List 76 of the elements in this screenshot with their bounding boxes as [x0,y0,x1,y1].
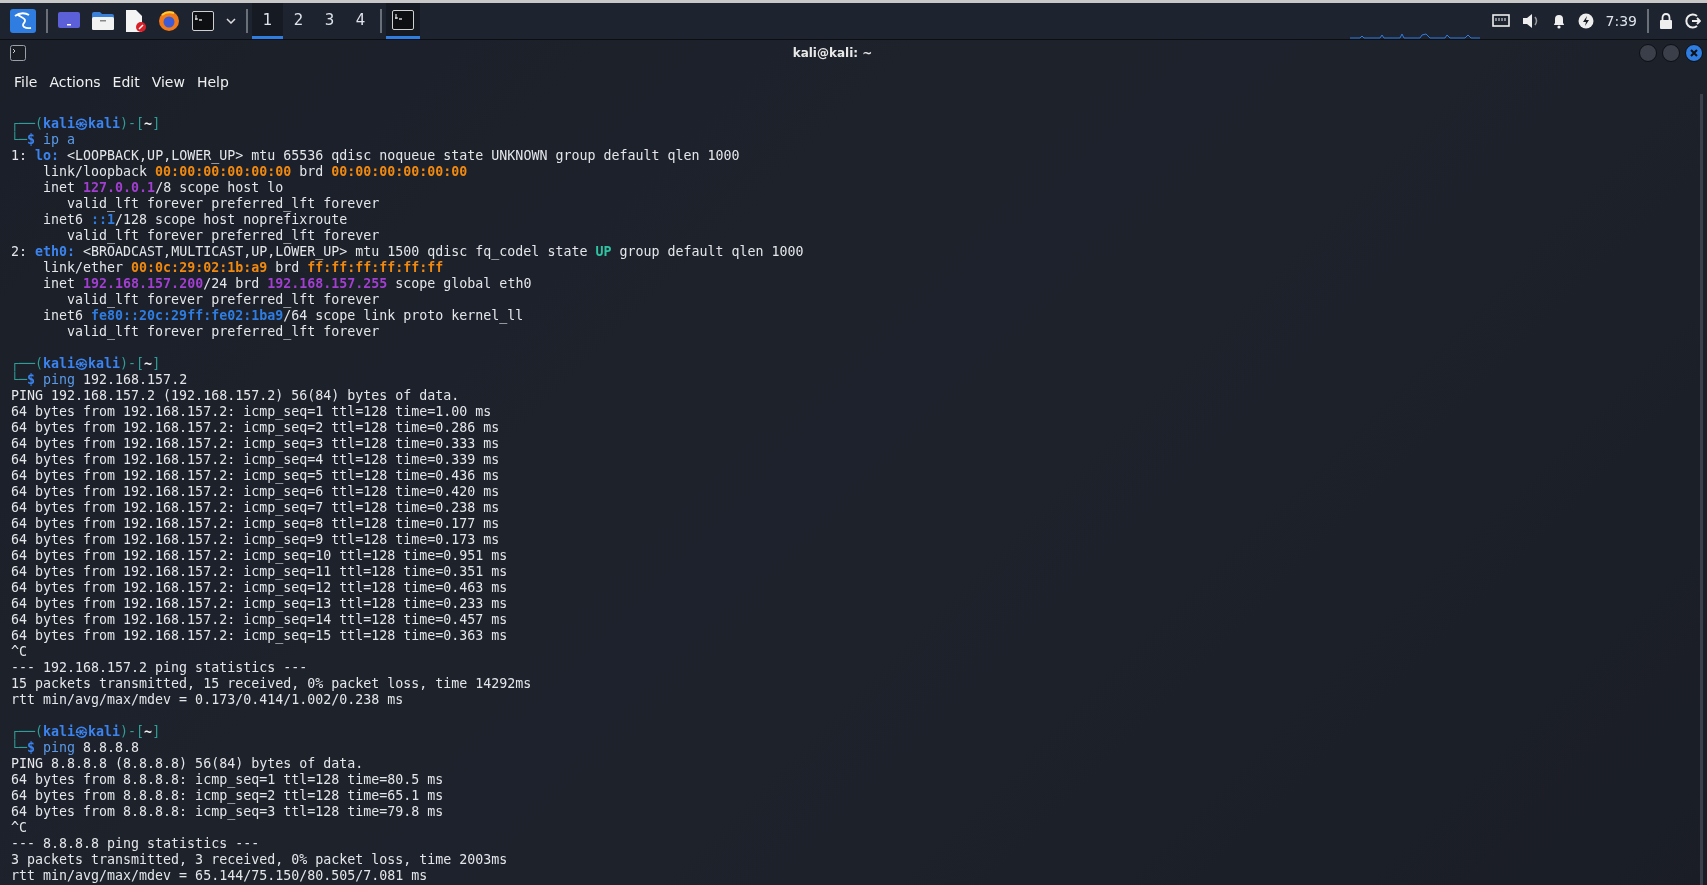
terminal-line: 64 bytes from 8.8.8.8: icmp_seq=3 ttl=128 time=79.8 ms [11,804,444,820]
terminal-line: 64 bytes from 192.168.157.2: icmp_seq=11 ttl=128 time=0.351 ms [11,564,508,580]
clock[interactable]: 7:39 [1599,13,1643,29]
terminal-line: --- 192.168.157.2 ping statistics --- [11,660,308,676]
terminal-line: 3 packets transmitted, 3 received, 0% packet loss, time 2003ms [11,852,508,868]
terminal-line: 64 bytes from 192.168.157.2: icmp_seq=1 ttl=128 time=1.00 ms [11,404,492,420]
terminal-line: ┌──(kali㉿kali)-[~] [11,116,161,132]
terminal-line: 64 bytes from 192.168.157.2: icmp_seq=3 ttl=128 time=0.333 ms [11,436,500,452]
terminal-line: PING 8.8.8.8 (8.8.8.8) 56(84) bytes of data. [11,756,364,772]
menu-item[interactable]: View [145,74,191,90]
menu-item[interactable]: File [8,74,44,90]
workspace-button[interactable]: 4 [345,3,376,39]
logout-icon[interactable] [1685,13,1701,29]
terminal-line: 64 bytes from 8.8.8.8: icmp_seq=1 ttl=128 time=80.5 ms [11,772,444,788]
terminal-line: 64 bytes from 8.8.8.8: icmp_seq=2 ttl=128 time=65.1 ms [11,788,444,804]
dragon-logo-icon[interactable] [10,9,36,33]
terminal-line: 15 packets transmitted, 15 received, 0% packet loss, time 14292ms [11,676,532,692]
globe-icon[interactable] [158,10,180,32]
terminal-line: 64 bytes from 192.168.157.2: icmp_seq=13 ttl=128 time=0.233 ms [11,596,508,612]
terminal-line: └─$ ping 8.8.8.8 [11,740,140,756]
scrollbar[interactable] [1700,94,1703,885]
terminal-task-button[interactable] [386,3,420,39]
terminal-line: 64 bytes from 192.168.157.2: icmp_seq=6 ttl=128 time=0.420 ms [11,484,500,500]
lightning-icon[interactable] [1577,13,1594,29]
menu-item[interactable]: Actions [43,74,107,90]
terminal-icon [392,9,414,30]
terminal-line: inet 192.168.157.200/24 brd 192.168.157.255 scope global eth0 [42,276,532,292]
terminal-line: rtt min/avg/max/mdev = 0.173/0.414/1.002/0.238 ms [11,692,404,708]
terminal-line: link/ether 00:0c:29:02:1b:a9 brd ff:ff:ff:ff:ff:ff [42,260,444,276]
terminal-line: └─$ ping 192.168.157.2 [11,372,188,388]
terminal-line: 64 bytes from 192.168.157.2: icmp_seq=7 ttl=128 time=0.238 ms [11,500,500,516]
menu-item[interactable]: Edit [106,74,146,90]
terminal-icon[interactable] [192,11,214,31]
terminal-line: 64 bytes from 192.168.157.2: icmp_seq=5 ttl=128 time=0.436 ms [11,468,500,484]
terminal-line: valid_lft forever preferred_lft forever [66,228,380,244]
terminal-line: link/loopback 00:00:00:00:00:00 brd 00:00:00:00:00:00 [42,164,468,180]
terminal-line: 64 bytes from 192.168.157.2: icmp_seq=2 ttl=128 time=0.286 ms [11,420,500,436]
terminal-icon [10,45,26,61]
terminal-line: 2: eth0: <BROADCAST,MULTICAST,UP,LOWER_UP> mtu 1500 qdisc fq_codel state UP group default qlen 1000 [11,244,804,260]
terminal-line: ^C [11,820,27,836]
terminal-line: └─$ ip a [11,132,76,148]
terminal-line: ^C [11,644,27,660]
terminal-line: 1: lo: <LOOPBACK,UP,LOWER_UP> mtu 65536 qdisc noqueue state UNKNOWN group default qlen 1000 [11,148,740,164]
workspace-button[interactable]: 1 [252,3,283,39]
terminal-line: PING 192.168.157.2 (192.168.157.2) 56(84) bytes of data. [11,388,460,404]
lock-icon[interactable] [1659,13,1673,29]
speaker-icon[interactable] [1521,13,1540,29]
terminal-line: 64 bytes from 192.168.157.2: icmp_seq=8 ttl=128 time=0.177 ms [11,516,500,532]
terminal-line: 64 bytes from 192.168.157.2: icmp_seq=9 ttl=128 time=0.173 ms [11,532,500,548]
menu-item[interactable]: Help [190,74,235,90]
window-title: kali@kali: ~ [791,46,874,60]
close-button[interactable] [1685,44,1703,62]
workspace-button[interactable]: 2 [283,3,314,39]
terminal-line: 64 bytes from 192.168.157.2: icmp_seq=12 ttl=128 time=0.463 ms [11,580,508,596]
folder-icon[interactable] [92,12,114,30]
terminal-line: inet 127.0.0.1/8 scope host lo [42,180,284,196]
terminal-line: valid_lft forever preferred_lft forever [66,324,380,340]
terminal-line: 64 bytes from 192.168.157.2: icmp_seq=4 ttl=128 time=0.339 ms [11,452,500,468]
terminal-line: valid_lft forever preferred_lft forever [66,292,380,308]
terminal-line: 64 bytes from 192.168.157.2: icmp_seq=10 ttl=128 time=0.951 ms [11,548,508,564]
terminal-line: rtt min/avg/max/mdev = 65.144/75.150/80.505/7.081 ms [11,868,428,884]
terminal-line: 64 bytes from 192.168.157.2: icmp_seq=15 ttl=128 time=0.363 ms [11,628,508,644]
close-icon [1689,48,1699,58]
terminal-line: inet6 fe80::20c:29ff:fe02:1ba9/64 scope link proto kernel_ll [42,308,524,324]
document-edit-icon[interactable] [126,10,146,32]
desktop-icon[interactable] [58,12,80,30]
terminal-line: ┌──(kali㉿kali)-[~] [11,356,161,372]
workspace-button[interactable]: 3 [314,3,345,39]
terminal-line: 64 bytes from 192.168.157.2: icmp_seq=14 ttl=128 time=0.457 ms [11,612,508,628]
terminal-line: inet6 ::1/128 scope host noprefixroute [42,212,348,228]
terminal-line: --- 8.8.8.8 ping statistics --- [11,836,260,852]
caret-icon[interactable] [226,18,236,24]
bell-icon[interactable] [1551,13,1566,29]
terminal-line: valid_lft forever preferred_lft forever [66,196,380,212]
network-icon[interactable] [1491,14,1510,28]
terminal-line: ┌──(kali㉿kali)-[~] [11,724,161,740]
